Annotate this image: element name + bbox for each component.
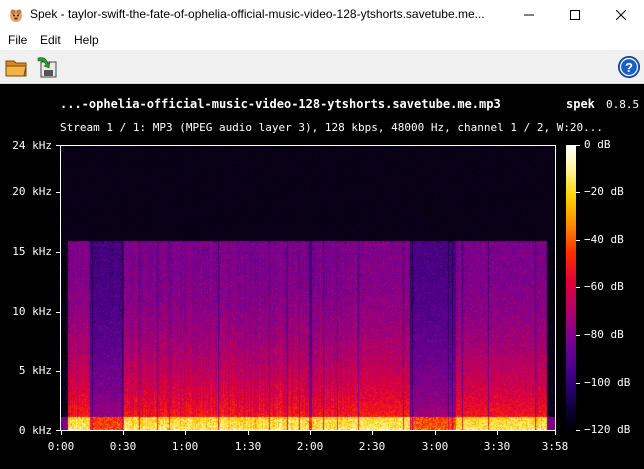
folder-open-icon[interactable] bbox=[4, 54, 30, 80]
window-title: Spek - taylor-swift-the-fate-of-ophelia-… bbox=[30, 7, 485, 21]
colorbar-label: 0 dB bbox=[584, 138, 611, 151]
menu-help[interactable]: Help bbox=[74, 33, 99, 47]
x-tick-label: 1:30 bbox=[234, 440, 262, 453]
colorbar-tick bbox=[576, 192, 580, 193]
maximize-icon bbox=[570, 10, 580, 20]
spectrogram-plot bbox=[60, 145, 556, 431]
toolbar: ? bbox=[0, 50, 644, 84]
x-tick-mark bbox=[185, 431, 186, 435]
x-tick-mark bbox=[61, 431, 62, 435]
colorbar-tick bbox=[576, 240, 580, 241]
title-bar: Spek - taylor-swift-the-fate-of-ophelia-… bbox=[0, 0, 644, 30]
help-icon[interactable]: ? bbox=[616, 54, 642, 80]
maximize-button[interactable] bbox=[552, 0, 598, 30]
x-tick-mark bbox=[372, 431, 373, 435]
x-tick-label: 1:00 bbox=[171, 440, 199, 453]
spectrogram-view: ...-ophelia-official-music-video-128-yts… bbox=[0, 85, 644, 469]
colorbar-tick bbox=[576, 383, 580, 384]
stream-info-text: Stream 1 / 1: MP3 (MPEG audio layer 3), … bbox=[60, 121, 604, 134]
y-tick-label: 15 kHz bbox=[12, 245, 52, 258]
close-button[interactable] bbox=[598, 0, 644, 30]
x-tick-label: 3:58 bbox=[541, 440, 569, 453]
colorbar-tick bbox=[576, 335, 580, 336]
colorbar-label: −100 dB bbox=[584, 376, 631, 389]
x-tick-label: 3:30 bbox=[483, 440, 511, 453]
menu-edit[interactable]: Edit bbox=[40, 33, 61, 47]
colorbar-label: −80 dB bbox=[584, 328, 624, 341]
y-tick-label: 0 kHz bbox=[18, 424, 52, 437]
spectrogram-canvas bbox=[61, 146, 555, 430]
colorbar-tick bbox=[576, 145, 580, 146]
menu-bar: File Edit Help bbox=[0, 30, 644, 50]
colorbar-tick bbox=[576, 430, 580, 431]
y-tick-label: 20 kHz bbox=[12, 185, 52, 198]
x-tick-label: 0:00 bbox=[47, 440, 75, 453]
colorbar-label: −40 dB bbox=[584, 233, 624, 246]
menu-file[interactable]: File bbox=[8, 33, 27, 47]
minimize-icon bbox=[524, 14, 534, 16]
y-tick-label: 24 kHz bbox=[12, 139, 52, 152]
x-tick-label: 2:30 bbox=[358, 440, 386, 453]
x-tick-mark bbox=[123, 431, 124, 435]
save-export-icon[interactable] bbox=[34, 54, 60, 80]
x-tick-label: 0:30 bbox=[109, 440, 137, 453]
file-name-heading: ...-ophelia-official-music-video-128-yts… bbox=[60, 97, 501, 111]
x-tick-mark bbox=[248, 431, 249, 435]
x-tick-mark bbox=[555, 431, 556, 435]
x-tick-label: 2:00 bbox=[296, 440, 324, 453]
colorbar-tick bbox=[576, 287, 580, 288]
close-icon bbox=[616, 10, 626, 20]
colorbar-label: −60 dB bbox=[584, 280, 624, 293]
colorbar-label: −120 dB bbox=[584, 423, 631, 436]
colorbar bbox=[566, 145, 576, 431]
x-tick-label: 3:00 bbox=[421, 440, 449, 453]
minimize-button[interactable] bbox=[506, 0, 552, 30]
colorbar-label: −20 dB bbox=[584, 185, 624, 198]
svg-text:?: ? bbox=[625, 60, 633, 75]
app-version-label: 0.8.5 bbox=[606, 98, 640, 111]
x-tick-mark bbox=[497, 431, 498, 435]
app-name-label: spek bbox=[566, 97, 595, 111]
x-tick-mark bbox=[435, 431, 436, 435]
y-tick-label: 10 kHz bbox=[12, 305, 52, 318]
spek-app-icon bbox=[10, 9, 22, 22]
x-tick-mark bbox=[310, 431, 311, 435]
y-tick-label: 5 kHz bbox=[18, 364, 52, 377]
